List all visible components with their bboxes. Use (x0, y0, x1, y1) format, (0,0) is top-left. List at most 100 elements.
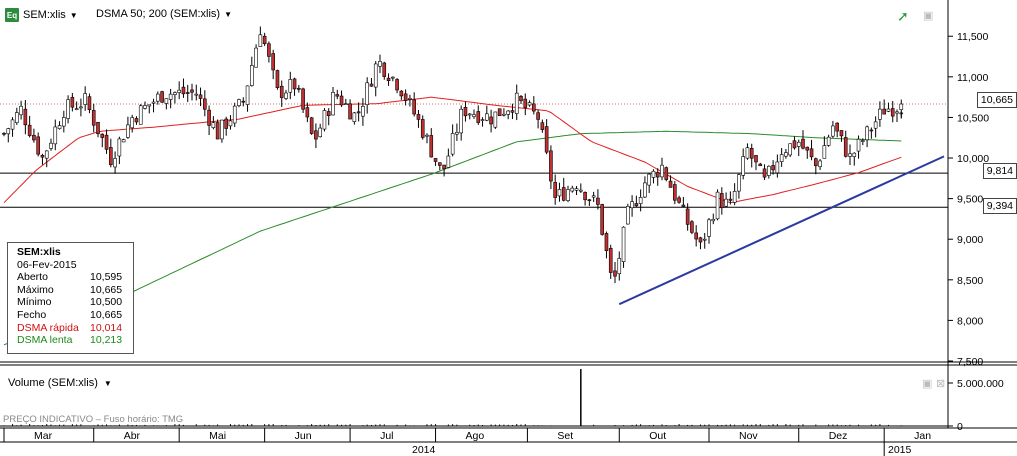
candle-down (309, 117, 314, 134)
candle-up (228, 120, 233, 127)
candle-up (626, 206, 630, 225)
eq-icon: Eq (5, 8, 19, 22)
candle-up (779, 154, 784, 162)
candle-down (835, 122, 839, 132)
chevron-down-icon[interactable]: ▼ (104, 379, 112, 388)
info-row: DSMA lenta 10,213 (17, 334, 133, 347)
candle-up (796, 141, 801, 147)
indicator-selector[interactable]: DSMA 50; 200 (SEM:xlis) ▼ (96, 8, 232, 20)
candle-up (156, 93, 160, 102)
year-label: 2015 (888, 444, 912, 456)
trend-icon[interactable]: ➚ (897, 8, 909, 25)
instrument-selector[interactable]: Eq SEM:xlis ▼ (5, 8, 78, 22)
candle-down (489, 116, 493, 125)
candle-down (771, 165, 775, 171)
candle-up (886, 108, 891, 112)
candle-up (895, 111, 899, 114)
chevron-down-icon[interactable]: ▼ (224, 10, 232, 19)
candle-down (40, 154, 45, 158)
candle-up (767, 165, 771, 176)
candle-up (57, 125, 62, 130)
candle-up (19, 105, 23, 116)
candle-up (352, 112, 357, 122)
candle-down (160, 91, 164, 103)
candle-down (673, 184, 677, 201)
candle-down (215, 122, 220, 140)
maximize-icon[interactable]: ▣ (923, 9, 933, 22)
candle-up (15, 112, 19, 123)
candle-up (848, 153, 852, 157)
info-row: Aberto 10,595 (17, 271, 133, 284)
candle-down (2, 132, 6, 135)
candle-down (536, 112, 540, 120)
candle-up (514, 92, 519, 114)
candle-up (10, 119, 15, 130)
candle-down (540, 122, 545, 130)
month-label: Mar (34, 430, 53, 442)
info-row: Fecho 10,665 (17, 309, 133, 322)
volume-selector[interactable]: Volume (SEM:xlis) ▼ (8, 377, 112, 389)
candle-down (339, 95, 344, 106)
candle-down (369, 83, 374, 87)
candle-up (630, 201, 634, 209)
candle-down (262, 35, 267, 44)
candle-up (83, 93, 87, 105)
candle-down (668, 180, 673, 188)
candle-up (899, 103, 904, 111)
candle-up (237, 99, 241, 106)
candle-down (185, 92, 190, 94)
candle-down (433, 158, 438, 162)
candle-down (694, 232, 698, 240)
candle-down (801, 138, 805, 149)
candle-down (664, 167, 669, 180)
candle-down (348, 103, 352, 120)
candle-up (724, 198, 728, 207)
candle-up (647, 173, 651, 186)
candle-up (173, 92, 177, 95)
volume-tick-label: 5.000.000 (957, 378, 1004, 390)
info-row: Mínimo 10,500 (17, 296, 133, 309)
info-row-label: Fecho (17, 308, 47, 321)
candle-down (395, 79, 399, 91)
chevron-down-icon[interactable]: ▼ (70, 11, 78, 20)
candle-down (181, 86, 186, 95)
candle-up (579, 189, 583, 192)
candle-down (134, 118, 139, 123)
candle-down (544, 126, 549, 153)
month-label: Ago (466, 430, 485, 442)
candle-down (549, 150, 553, 182)
chart-canvas[interactable]: 11,50011,00010,50010,0009,5009,0008,5008… (0, 0, 1017, 456)
info-row-label: DSMA rápida (17, 321, 79, 334)
info-box: SEM:xlis 06-Fev-2015 Aberto 10,595 Máximo 1… (7, 242, 134, 354)
candle-up (878, 108, 882, 120)
candle-up (288, 79, 293, 93)
candle-up (74, 108, 79, 110)
candle-up (822, 145, 827, 159)
candle-up (459, 108, 463, 134)
close-icon[interactable]: ⊠ (936, 377, 945, 390)
candle-up (784, 152, 788, 157)
candle-down (399, 90, 404, 97)
candle-down (596, 197, 600, 205)
candle-up (254, 47, 258, 68)
candle-up (574, 188, 579, 191)
candle-down (561, 187, 566, 201)
candle-up (527, 102, 532, 106)
candle-down (36, 136, 40, 155)
y-tick-label: 7,500 (957, 356, 983, 368)
info-row-value: 10,500 (90, 296, 123, 309)
candle-up (66, 99, 70, 119)
info-row-label: Aberto (17, 271, 48, 284)
candle-down (685, 208, 690, 225)
candle-down (634, 203, 639, 207)
candle-up (151, 101, 156, 104)
info-box-title: SEM:xlis (17, 246, 61, 258)
candle-up (245, 85, 250, 105)
candle-down (523, 98, 528, 108)
candle-down (91, 110, 96, 126)
candle-down (190, 89, 194, 93)
restore-icon[interactable]: ▣ (922, 377, 932, 390)
candle-down (27, 124, 32, 136)
candle-down (839, 130, 844, 137)
candle-up (702, 238, 707, 241)
